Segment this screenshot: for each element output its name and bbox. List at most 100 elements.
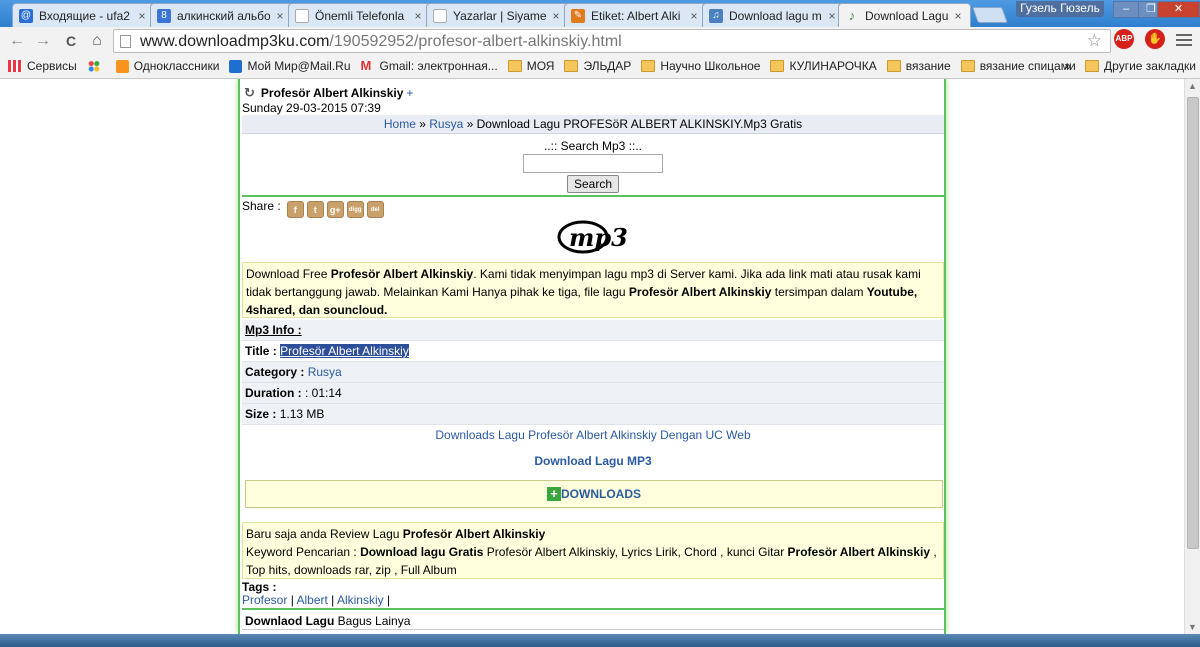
tab-close-icon[interactable]: × xyxy=(826,9,838,23)
mp3-info-table: Mp3 Info : Title : Profesör Albert Alkin… xyxy=(242,320,944,425)
folder-icon xyxy=(960,60,975,72)
bookmark-odnoklassniki[interactable]: Одноклассники xyxy=(115,59,219,73)
page-icon xyxy=(120,35,131,48)
bookmark-folder-kulinarochka[interactable]: КУЛИНАРОЧКА xyxy=(770,59,877,73)
mailru-icon xyxy=(229,59,243,73)
bookmarks-bar: Сервисы Одноклассники Мой Мир@Mail.Ru MG… xyxy=(0,55,1200,77)
bookmark-star-icon[interactable]: ☆ xyxy=(1087,31,1102,51)
apps-icon xyxy=(8,60,22,72)
download-uc-link[interactable]: Downloads Lagu Profesör Albert Alkinskiy… xyxy=(242,428,944,442)
tab-inbox[interactable]: @ Входящие - ufa2 × xyxy=(12,3,155,27)
bookmark-gmail[interactable]: M Gmail: электронная... xyxy=(361,59,498,73)
tab-google-search[interactable]: 8 алкинский альбо × xyxy=(150,3,293,27)
svg-text:mp3: mp3 xyxy=(569,223,628,252)
bookmark-folder-vyazanie[interactable]: вязание xyxy=(886,59,951,73)
back-button[interactable]: ← xyxy=(6,30,28,52)
browser-menu-icon[interactable] xyxy=(1176,31,1192,47)
page-scrollbar[interactable]: ▲ ▼ xyxy=(1184,79,1200,634)
scrollbar-thumb[interactable] xyxy=(1187,97,1199,549)
ok-icon xyxy=(115,59,129,73)
search-section: ..:: Search Mp3 ::.. Search xyxy=(242,136,944,197)
home-button[interactable]: ⌂ xyxy=(86,30,108,52)
bookmark-moi-mir[interactable]: Мой Мир@Mail.Ru xyxy=(229,59,351,73)
os-taskbar xyxy=(0,634,1200,647)
browser-toolbar: ← → C ⌂ www.downloadmp3ku.com/190592952/… xyxy=(0,27,1200,55)
disclaimer-box: Download Free Profesör Albert Alkinskiy.… xyxy=(242,262,944,318)
breadcrumb-current: Download Lagu PROFESöR ALBERT ALKINSKIY.… xyxy=(476,117,803,131)
scroll-up-icon[interactable]: ▲ xyxy=(1188,81,1197,91)
info-category-row: Category : Rusya xyxy=(242,362,944,383)
tag-link[interactable]: Profesor xyxy=(242,593,287,607)
bookmark-dots[interactable] xyxy=(86,60,106,72)
other-bookmarks[interactable]: Другие закладки xyxy=(1085,59,1196,73)
tab-close-icon[interactable]: × xyxy=(136,9,148,23)
adblock-plus-icon[interactable]: ABP xyxy=(1114,29,1134,49)
add-link[interactable]: + xyxy=(406,86,413,100)
dots-icon xyxy=(86,60,101,72)
bookmarks-more-button[interactable]: » xyxy=(1064,59,1071,73)
page-icon xyxy=(295,8,309,23)
info-size-row: Size : 1.13 MB xyxy=(242,404,944,425)
tab-close-icon[interactable]: × xyxy=(274,9,286,23)
info-title-row: Title : Profesör Albert Alkinskiy xyxy=(242,341,944,362)
close-window-button[interactable]: ✕ xyxy=(1157,1,1200,18)
gmail-icon: M xyxy=(360,58,372,73)
search-label: ..:: Search Mp3 ::.. xyxy=(543,139,643,153)
title-value[interactable]: Profesör Albert Alkinskiy xyxy=(280,344,409,358)
forward-button[interactable]: → xyxy=(32,30,54,52)
breadcrumb-category-link[interactable]: Rusya xyxy=(429,117,463,131)
bookmark-folder-eldar[interactable]: ЭЛЬДАР xyxy=(564,59,631,73)
breadcrumb: Home » Rusya » Download Lagu PROFESöR AL… xyxy=(242,115,944,134)
profile-button[interactable]: Гузель Гюзель xyxy=(1016,1,1104,17)
tab-yazarlar[interactable]: Yazarlar | Siyame × xyxy=(426,3,569,27)
new-tab-button[interactable] xyxy=(972,7,1008,23)
tab-close-icon[interactable]: × xyxy=(550,9,562,23)
music-note-icon: ♪ xyxy=(848,8,856,23)
tag-link[interactable]: Albert xyxy=(296,593,327,607)
address-bar[interactable]: www.downloadmp3ku.com/190592952/profesor… xyxy=(113,29,1111,53)
tag-icon: ✎ xyxy=(571,8,585,23)
scroll-down-icon[interactable]: ▼ xyxy=(1188,622,1197,632)
folder-icon xyxy=(564,60,579,72)
folder-icon xyxy=(886,60,901,72)
bookmark-folder-moya[interactable]: МОЯ xyxy=(507,59,554,73)
reload-button[interactable]: C xyxy=(60,30,82,52)
tab-download-lagu-1[interactable]: ♫ Download lagu m × xyxy=(702,3,845,27)
review-box: Baru saja anda Review Lagu Profesör Albe… xyxy=(242,522,944,579)
refresh-icon[interactable]: ↻ xyxy=(244,85,255,101)
folder-icon xyxy=(770,60,785,72)
folder-icon xyxy=(641,60,656,72)
info-heading-row: Mp3 Info : xyxy=(242,320,944,341)
bookmark-services[interactable]: Сервисы xyxy=(8,59,77,73)
folder-icon xyxy=(507,60,522,72)
tab-etiket[interactable]: ✎ Etiket: Albert Alki × xyxy=(564,3,707,27)
share-label: Share : xyxy=(242,199,281,213)
search-button[interactable]: Search xyxy=(566,175,620,193)
download-mp3-link[interactable]: Download Lagu MP3 xyxy=(242,454,944,468)
plus-icon: + xyxy=(547,487,561,501)
extension-shield-icon[interactable]: ✋ xyxy=(1145,29,1165,49)
related-songs-heading: Downlaod Lagu Bagus Lainya xyxy=(242,608,944,630)
google-icon: 8 xyxy=(157,8,171,23)
search-input[interactable] xyxy=(523,154,663,173)
tags-label: Tags : xyxy=(242,580,277,594)
tab-download-lagu-active[interactable]: ♪Download Lagu P× xyxy=(838,3,971,27)
music-icon: ♫ xyxy=(709,8,723,23)
bookmark-folder-vyazanie-spicami[interactable]: вязание спицами xyxy=(960,59,1076,73)
mp3-logo-graphic: mp3 xyxy=(557,220,628,254)
breadcrumb-home-link[interactable]: Home xyxy=(384,117,416,131)
folder-icon xyxy=(1085,60,1100,72)
tag-link[interactable]: Alkinskiy xyxy=(337,593,384,607)
downloads-button[interactable]: + DOWNLOADS xyxy=(245,480,943,508)
bookmark-folder-nauchno[interactable]: Научно Школьное xyxy=(641,59,760,73)
tab-close-icon[interactable]: × xyxy=(412,9,424,23)
tab-close-icon[interactable]: × xyxy=(952,9,964,23)
info-duration-row: Duration : : 01:14 xyxy=(242,383,944,404)
tab-onemli-telefonlar[interactable]: Önemli Telefonla × xyxy=(288,3,431,27)
url-text[interactable]: www.downloadmp3ku.com/190592952/profesor… xyxy=(140,33,622,51)
tab-close-icon[interactable]: × xyxy=(688,9,700,23)
category-link[interactable]: Rusya xyxy=(308,365,342,379)
browser-chrome: @ Входящие - ufa2 × 8 алкинский альбо × Önem… xyxy=(0,0,1200,79)
minimize-button[interactable]: ‒ xyxy=(1113,1,1139,18)
bookmarks-overflow: » Другие закладки xyxy=(1064,55,1196,77)
